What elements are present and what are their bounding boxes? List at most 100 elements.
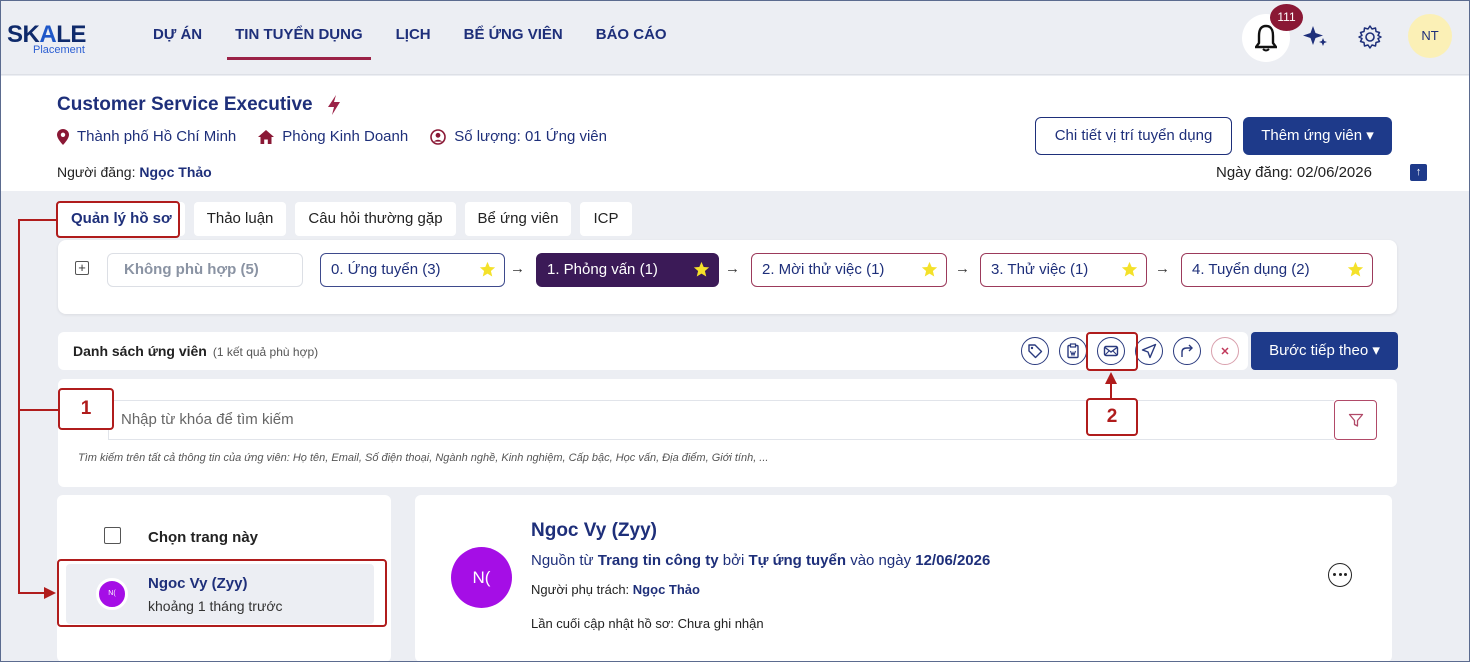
owner-label: Người phụ trách: <box>531 582 630 597</box>
logo-subtitle: Placement <box>33 44 85 56</box>
annotation-number-2: 2 <box>1086 398 1138 436</box>
share-arrow-icon <box>1181 344 1193 357</box>
tab-icp[interactable]: ICP <box>580 202 632 236</box>
post-date: Ngày đăng: 02/06/2026 <box>1216 164 1372 181</box>
job-title: Customer Service Executive <box>57 94 313 115</box>
star-icon <box>1121 261 1138 277</box>
search-hint: Tìm kiếm trên tất cả thông tin của ứng v… <box>78 452 769 464</box>
nav-bao-cao[interactable]: BÁO CÁO <box>596 27 667 60</box>
annotation-line <box>18 409 58 411</box>
tab-thao-luan[interactable]: Thảo luận <box>193 202 287 236</box>
list-title-text: Danh sách ứng viên <box>73 343 207 359</box>
detail-candidate-name: Ngoc Vy (Zyy) <box>531 520 657 541</box>
notification-count-badge: 111 <box>1270 4 1303 31</box>
job-header-panel: Customer Service Executive Thành phố Hồ … <box>1 76 1469 191</box>
stage-4-label: 4. Tuyển dụng (2) <box>1192 261 1310 278</box>
arrow-right-icon: → <box>955 260 970 277</box>
job-meta: Thành phố Hồ Chí Minh Phòng Kinh Doanh S… <box>57 128 629 145</box>
list-title: Danh sách ứng viên (1 kết quả phù hợp) <box>73 343 318 359</box>
stage-1-active[interactable]: 1. Phỏng vấn (1) <box>536 253 719 287</box>
pipeline-panel: + Không phù hợp (5) 0. Ứng tuyển (3) → 1… <box>58 240 1397 314</box>
poster-label: Người đăng: <box>57 164 136 180</box>
paper-plane-icon <box>1141 343 1157 359</box>
next-step-button[interactable]: Bước tiếp theo ▾ <box>1251 332 1398 370</box>
source-date: 12/06/2026 <box>915 552 991 569</box>
select-page-label: Chọn trang này <box>148 529 259 546</box>
star-icon <box>1347 261 1364 277</box>
more-options-icon[interactable] <box>1328 563 1352 587</box>
close-icon <box>1221 347 1229 355</box>
bell-icon <box>1255 24 1277 52</box>
lightning-icon <box>328 95 340 115</box>
tag-icon <box>1028 344 1043 359</box>
stage-4[interactable]: 4. Tuyển dụng (2) <box>1181 253 1373 287</box>
annotation-box-email <box>1086 332 1138 371</box>
star-icon <box>693 261 710 277</box>
source-by: bởi <box>722 552 745 569</box>
poster-name: Ngọc Thảo <box>139 164 212 180</box>
job-department: Phòng Kinh Doanh <box>282 128 409 145</box>
annotation-line <box>18 219 56 221</box>
nav-be-ung-vien[interactable]: BỂ ỨNG VIÊN <box>464 27 563 60</box>
detail-owner: Người phụ trách: Ngọc Thảo <box>531 582 700 597</box>
tab-be-ung-vien[interactable]: Bể ứng viên <box>464 202 572 236</box>
clipboard-icon <box>1067 343 1079 359</box>
gear-icon[interactable] <box>1357 24 1383 50</box>
app-logo[interactable]: SKALE Placement <box>7 23 107 63</box>
annotation-arrowhead <box>1105 372 1117 384</box>
annotation-line <box>18 219 20 593</box>
source-prefix: Nguồn từ <box>531 552 594 569</box>
nav-du-an[interactable]: DỰ ÁN <box>153 27 202 60</box>
filter-icon <box>1348 413 1364 427</box>
arrow-right-icon: → <box>510 260 525 277</box>
job-poster: Người đăng: Ngọc Thảo <box>57 164 212 180</box>
stage-2[interactable]: 2. Mời thử việc (1) <box>751 253 947 287</box>
add-candidate-button[interactable]: Thêm ứng viên ▾ <box>1243 117 1392 155</box>
job-quantity: Số lượng: 01 Ứng viên <box>454 128 607 145</box>
document-button[interactable] <box>1059 337 1087 365</box>
source-channel: Trang tin công ty <box>597 552 719 569</box>
job-detail-button[interactable]: Chi tiết vị trí tuyển dụng <box>1035 117 1232 155</box>
stage-0[interactable]: 0. Ứng tuyển (3) <box>320 253 505 287</box>
user-circle-icon <box>430 128 447 145</box>
ai-sparkle-icon[interactable] <box>1302 22 1330 50</box>
main-nav: DỰ ÁN TIN TUYỂN DỤNG LỊCH BỂ ỨNG VIÊN BÁ… <box>153 27 700 60</box>
forward-button[interactable] <box>1173 337 1201 365</box>
nav-tin-tuyen-dung[interactable]: TIN TUYỂN DỤNG <box>227 27 371 60</box>
arrow-right-icon: → <box>725 260 740 277</box>
stage-0-label: 0. Ứng tuyển (3) <box>331 261 441 278</box>
reject-button[interactable] <box>1211 337 1239 365</box>
job-location: Thành phố Hồ Chí Minh <box>77 128 237 145</box>
stage-3[interactable]: 3. Thử việc (1) <box>980 253 1147 287</box>
detail-updated: Lần cuối cập nhật hồ sơ: Chưa ghi nhận <box>531 616 764 631</box>
house-icon <box>258 129 275 144</box>
detail-source: Nguồn từ Trang tin công ty bởi Tự ứng tu… <box>531 552 990 569</box>
nav-lich[interactable]: LỊCH <box>396 27 431 60</box>
search-input[interactable]: Nhập từ khóa để tìm kiếm <box>108 400 1334 440</box>
stage-3-label: 3. Thử việc (1) <box>991 261 1089 278</box>
stage-2-label: 2. Mời thử việc (1) <box>762 261 885 278</box>
send-button[interactable] <box>1135 337 1163 365</box>
source-method: Tự ứng tuyển <box>748 552 847 569</box>
arrow-up-icon[interactable]: ↑ <box>1410 164 1427 181</box>
arrow-right-icon: → <box>1155 260 1170 277</box>
stage-rejected[interactable]: Không phù hợp (5) <box>107 253 303 287</box>
filter-button[interactable] <box>1334 400 1377 440</box>
annotation-arrowhead <box>44 587 56 599</box>
star-icon <box>479 261 496 277</box>
annotation-number-1: 1 <box>58 388 114 430</box>
tab-cau-hoi[interactable]: Câu hỏi thường gặp <box>295 202 456 236</box>
stage-1-label: 1. Phỏng vấn (1) <box>547 261 658 278</box>
expand-plus-icon[interactable]: + <box>75 261 89 275</box>
annotation-box-candidate <box>57 559 387 627</box>
search-input-wrap: Nhập từ khóa để tìm kiếm <box>108 400 1334 440</box>
annotation-box-tab <box>56 201 180 238</box>
star-icon <box>921 261 938 277</box>
owner-name: Ngọc Thảo <box>632 582 700 597</box>
select-page-checkbox[interactable] <box>104 527 121 544</box>
avatar: N( <box>451 547 512 608</box>
tag-button[interactable] <box>1021 337 1049 365</box>
user-avatar[interactable]: NT <box>1408 14 1452 58</box>
list-count: (1 kết quả phù hợp) <box>212 345 319 359</box>
source-on: vào ngày <box>850 552 912 569</box>
